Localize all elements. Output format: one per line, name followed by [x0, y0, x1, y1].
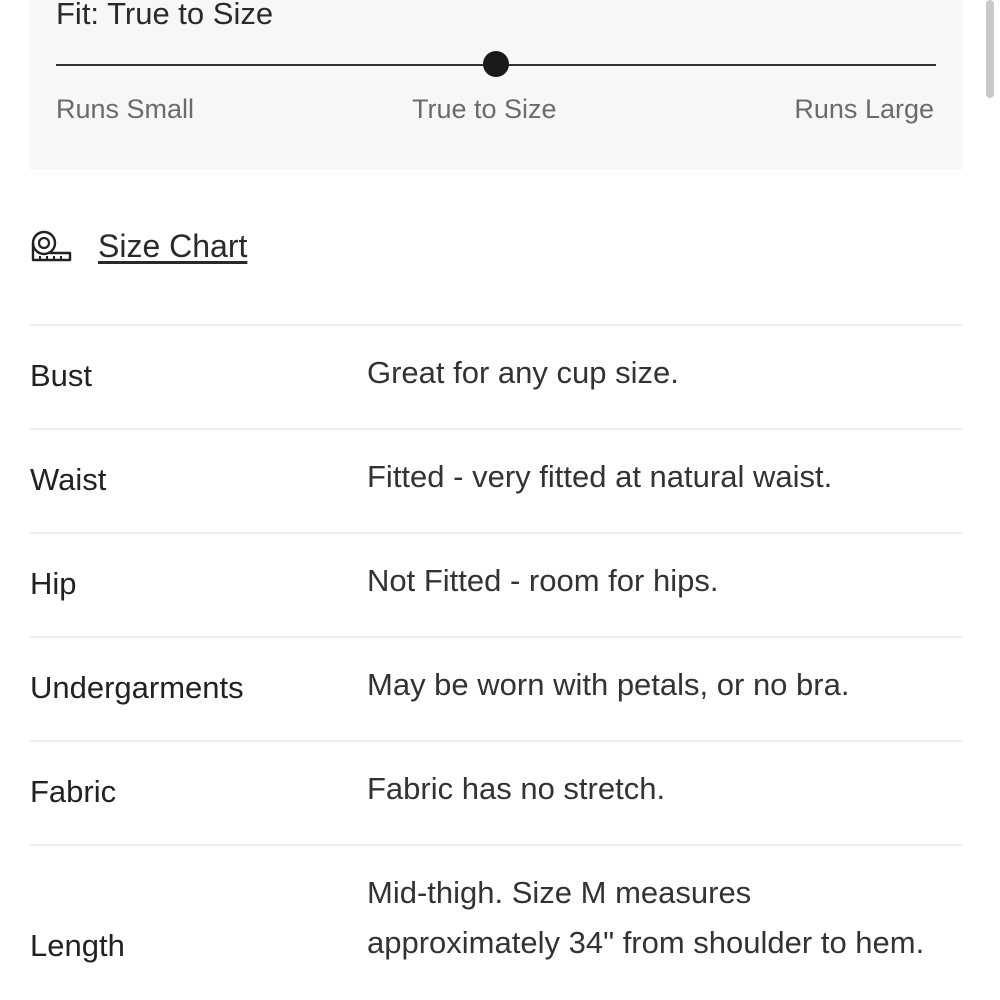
spec-value: Fitted - very fitted at natural waist. — [367, 459, 833, 494]
spec-row-undergarments: Undergarments May be worn with petals, o… — [30, 636, 962, 740]
fit-scale-track — [56, 51, 936, 77]
spec-row-length: Length Mid-thigh. Size M measures approx… — [30, 844, 962, 1000]
size-chart-label[interactable]: Size Chart — [98, 228, 247, 265]
spec-value: Fabric has no stretch. — [367, 771, 666, 806]
spec-row-fabric: Fabric Fabric has no stretch. — [30, 740, 962, 844]
fit-panel: Fit: True to Size Runs Small True to Siz… — [30, 0, 962, 170]
spec-value: Great for any cup size. — [367, 355, 679, 390]
spec-label: Hip — [30, 566, 77, 601]
fit-title: Fit: True to Size — [56, 0, 274, 31]
fit-label-runs-large: Runs Large — [794, 94, 934, 124]
spec-value: May be worn with petals, or no bra. — [367, 667, 850, 702]
scrollbar-thumb[interactable] — [986, 0, 994, 98]
spec-row-waist: Waist Fitted - very fitted at natural wa… — [30, 428, 962, 532]
measuring-tape-icon — [31, 230, 72, 262]
spec-label: Length — [30, 928, 125, 963]
spec-label: Undergarments — [30, 670, 244, 705]
fit-label-true-to-size: True to Size — [412, 94, 557, 124]
spec-row-hip: Hip Not Fitted - room for hips. — [30, 532, 962, 636]
spec-value: Mid-thigh. Size M measures approximately… — [367, 875, 925, 960]
spec-label: Fabric — [30, 774, 117, 809]
product-fit-details: Fit: True to Size Runs Small True to Siz… — [0, 0, 1000, 1000]
fit-label-runs-small: Runs Small — [56, 94, 195, 124]
spec-value: Not Fitted - room for hips. — [367, 563, 719, 598]
fit-specs-table: Bust Great for any cup size. Waist Fitte… — [30, 324, 962, 1000]
spec-label: Waist — [30, 462, 107, 497]
size-chart-link[interactable]: Size Chart — [30, 224, 247, 268]
spec-row-bust: Bust Great for any cup size. — [30, 324, 962, 428]
spec-label: Bust — [30, 358, 93, 393]
fit-scale-marker — [483, 51, 509, 77]
